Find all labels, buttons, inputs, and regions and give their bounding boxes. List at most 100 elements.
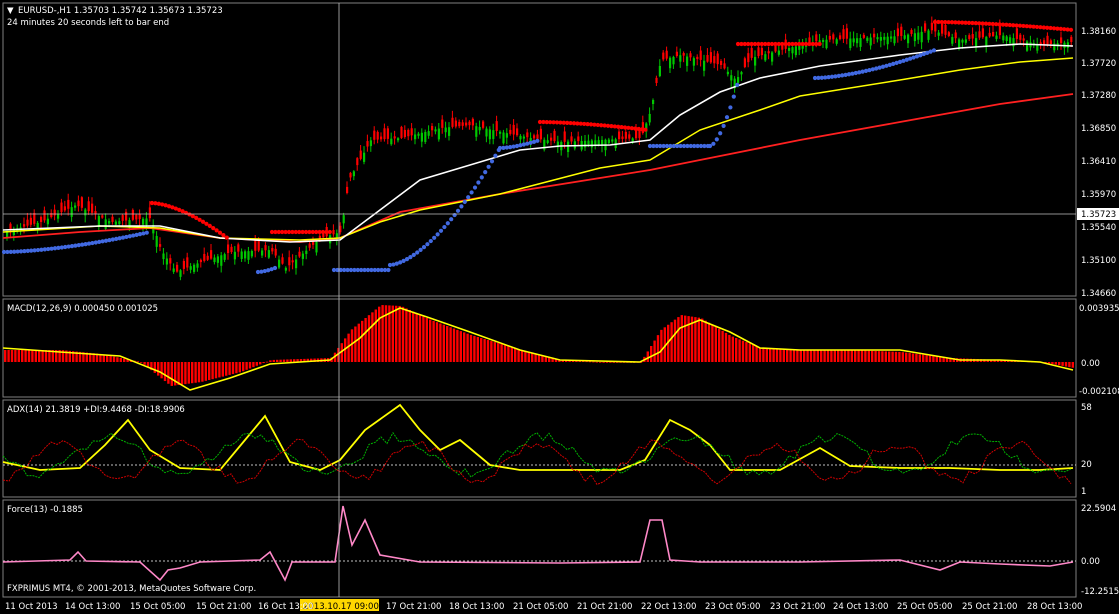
copyright-footer: FXPRIMUS MT4, © 2001-2013, MetaQuotes So… xyxy=(7,584,256,594)
macd-histogram-bar xyxy=(354,326,357,362)
candle-body xyxy=(611,139,614,142)
candle-body xyxy=(74,205,77,208)
macd-histogram-bar xyxy=(439,323,442,362)
candle-body xyxy=(607,139,610,144)
macd-histogram-bar xyxy=(738,339,741,362)
candle-body xyxy=(706,55,709,62)
candle-body xyxy=(522,136,525,139)
psar-dot xyxy=(455,208,461,213)
candle-body xyxy=(437,128,440,140)
macd-histogram-bar xyxy=(357,323,360,362)
menu-triangle-icon[interactable]: ▼ xyxy=(7,6,14,16)
candle-body xyxy=(131,209,134,220)
force-axis[interactable]: 22.5904 0.00 -12.2515 xyxy=(1081,504,1119,597)
macd-histogram-bar xyxy=(731,336,734,362)
macd-histogram-bar xyxy=(874,350,877,362)
crosshair-time-label: 2013.10.17 09:00 xyxy=(303,602,379,612)
time-tick: 24 Oct 13:00 xyxy=(833,602,888,612)
macd-histogram-bar xyxy=(922,354,925,362)
macd-histogram-bar xyxy=(286,359,289,362)
macd-histogram-bar xyxy=(170,362,173,386)
macd-panel[interactable] xyxy=(2,298,1077,398)
macd-histogram-bar xyxy=(792,349,796,362)
macd-histogram-bar xyxy=(493,342,496,362)
psar-dot xyxy=(214,228,219,233)
psar-dot xyxy=(386,267,391,273)
macd-histogram-bar xyxy=(847,350,850,362)
candle-body xyxy=(461,122,464,126)
macd-axis[interactable]: 0.003935 0.00 -0.002108 xyxy=(1079,304,1119,397)
macd-histogram-bar xyxy=(38,350,41,362)
candle-body xyxy=(682,53,685,56)
price-panel[interactable] xyxy=(2,2,1077,297)
macd-histogram-bar xyxy=(259,362,262,365)
time-tick: 23 Oct 21:00 xyxy=(770,602,825,612)
force-panel[interactable] xyxy=(2,499,1077,598)
time-tick: 21 Oct 05:00 xyxy=(513,602,568,612)
time-tick: 23 Oct 05:00 xyxy=(705,602,760,612)
candle-body xyxy=(917,32,920,40)
macd-series-layer xyxy=(2,305,1074,391)
candle-body xyxy=(930,22,933,31)
macd-histogram-bar xyxy=(429,319,432,362)
macd-histogram-bar xyxy=(684,315,687,362)
macd-histogram-bar xyxy=(680,315,683,362)
candle-body xyxy=(97,216,100,226)
macd-histogram-bar xyxy=(1058,362,1061,366)
time-axis[interactable]: 2013.10.17 09:00 11 Oct 2013 14 Oct 13:00… xyxy=(5,599,1082,612)
macd-histogram-bar xyxy=(466,333,469,362)
price-axis[interactable]: 1.38160 1.37720 1.37280 1.36850 1.36410 … xyxy=(1077,27,1119,299)
psar-dot xyxy=(224,235,229,240)
candle-body xyxy=(675,51,678,57)
psar-dot xyxy=(489,159,495,164)
macd-histogram-bar xyxy=(371,312,374,362)
macd-histogram-bar xyxy=(41,350,44,362)
macd-histogram-bar xyxy=(1061,362,1064,366)
macd-histogram-bar xyxy=(350,329,354,362)
candle-body xyxy=(788,48,791,51)
macd-histogram-bar xyxy=(721,330,724,362)
candle-body xyxy=(767,51,770,54)
macd-histogram-bar xyxy=(473,335,476,362)
macd-histogram-bar xyxy=(935,356,938,362)
trading-chart[interactable]: ▼ EURUSD-,H1 1.35703 1.35742 1.35673 1.3… xyxy=(0,0,1119,614)
candle-body xyxy=(798,45,801,50)
candle-body xyxy=(380,136,383,140)
adx-axis[interactable]: 58 20 1 xyxy=(1081,403,1092,497)
candle-body xyxy=(924,23,927,32)
macd-histogram-bar xyxy=(527,351,530,362)
macd-histogram-bar xyxy=(452,328,456,362)
psar-dot xyxy=(466,195,471,200)
candle-body xyxy=(553,130,556,142)
candle-body xyxy=(70,207,73,217)
macd-histogram-bar xyxy=(915,353,918,362)
price-tick: 1.36850 xyxy=(1081,124,1116,134)
macd-histogram-bar xyxy=(486,340,490,362)
candle-body xyxy=(869,37,872,46)
psar-dot xyxy=(459,204,464,209)
candle-body xyxy=(247,251,250,260)
macd-histogram-bar xyxy=(4,350,7,362)
macd-histogram-bar xyxy=(191,362,194,384)
macd-histogram-bar xyxy=(231,362,235,375)
adx-tick: 1 xyxy=(1081,487,1086,497)
psar-dot xyxy=(735,82,740,88)
candle-body xyxy=(526,132,529,138)
macd-histogram-bar xyxy=(656,335,660,362)
macd-histogram-bar xyxy=(820,350,823,362)
macd-histogram-bar xyxy=(762,348,765,362)
macd-histogram-bar xyxy=(789,349,792,362)
candle-body xyxy=(852,38,855,43)
macd-histogram-bar xyxy=(242,362,245,372)
macd-histogram-bar xyxy=(228,362,231,375)
psar-dot xyxy=(728,105,733,110)
psar-dot xyxy=(425,242,430,247)
di-plus-line xyxy=(2,431,1072,479)
macd-histogram-bar xyxy=(418,314,422,362)
candle-body xyxy=(512,124,515,135)
macd-histogram-bar xyxy=(697,317,700,362)
macd-histogram-bar xyxy=(605,362,609,363)
macd-histogram-bar xyxy=(279,359,282,362)
candle-body xyxy=(206,255,209,260)
candle-body xyxy=(114,221,117,225)
